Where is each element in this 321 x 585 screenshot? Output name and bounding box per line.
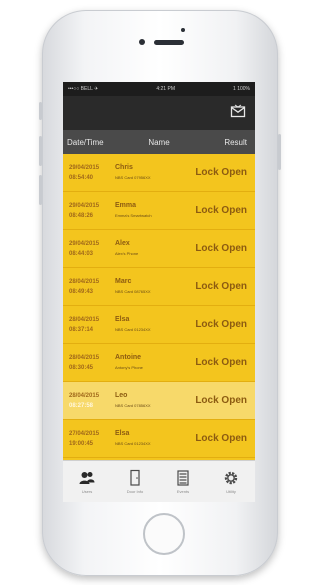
user-name: Elsa [115, 429, 130, 437]
app-header [63, 96, 255, 130]
proximity-sensor [181, 28, 185, 32]
date-text: 29/04/2015 [69, 240, 100, 247]
credential-text: NBS Card 01234XX [115, 440, 151, 446]
user-name: Antoine [115, 353, 142, 361]
date-cell: 28/04/2015 08:37:14 [63, 315, 115, 335]
table-row[interactable]: 29/04/2015 08:48:26 Emma Emma's Smartwat… [63, 192, 255, 230]
credential-text: NBS Card 07856XX [115, 402, 151, 408]
table-header: Date/Time Name Result [63, 130, 255, 154]
date-text: 28/04/2015 [69, 278, 100, 285]
tab-door-info-label: Door Info [126, 489, 144, 494]
volume-down-button [39, 175, 42, 205]
credential-text: Emma's Smartwatch [115, 212, 152, 218]
name-cell: Emma Emma's Smartwatch [115, 201, 185, 221]
date-cell: 27/04/2015 19:00:45 [63, 429, 115, 449]
date-text: 28/04/2015 [69, 392, 100, 399]
home-button[interactable] [143, 513, 185, 555]
result-text: Lock Open [195, 205, 247, 216]
table-row[interactable]: 28/04/2015 08:30:45 Antoine Antony's Pho… [63, 344, 255, 382]
date-text: 29/04/2015 [69, 202, 100, 209]
time-text: 08:49:43 [69, 288, 94, 295]
table-row[interactable]: 29/04/2015 08:54:40 Chris NBS Card 07956… [63, 154, 255, 192]
table-row[interactable]: 29/04/2015 08:44:03 Alex Alex's Phone Lo… [63, 230, 255, 268]
tab-events[interactable]: Events [164, 469, 202, 494]
status-bar: •••○○ BELL ✈ 4:21 PM 1 100% [63, 82, 255, 96]
result-text: Lock Open [195, 167, 247, 178]
user-name: Elsa [115, 315, 130, 323]
event-log-list: 29/04/2015 08:54:40 Chris NBS Card 07956… [63, 154, 255, 480]
time-text: 08:30:45 [69, 364, 94, 371]
front-camera-icon [139, 39, 145, 45]
tab-events-label: Events [176, 489, 190, 494]
result-text: Lock Open [195, 281, 247, 292]
name-cell: Alex Alex's Phone [115, 239, 185, 259]
time-text: 08:27:58 [69, 402, 94, 409]
time-text: 08:37:14 [69, 326, 94, 333]
result-text: Lock Open [195, 395, 247, 406]
result-text: Lock Open [195, 319, 247, 330]
date-text: 28/04/2015 [69, 316, 100, 323]
date-cell: 28/04/2015 08:30:45 [63, 353, 115, 373]
name-cell: Antoine Antony's Phone [115, 353, 185, 373]
time-text: 08:44:03 [69, 250, 94, 257]
time-text: 19:00:45 [69, 440, 94, 447]
tab-users-label: Users [81, 489, 93, 494]
name-cell: Elsa NBS Card 01234XX [115, 315, 185, 335]
table-row[interactable]: 28/04/2015 08:49:43 Marc NBS Card 08765X… [63, 268, 255, 306]
power-button [278, 134, 281, 170]
table-row[interactable]: 27/04/2015 19:00:45 Elsa NBS Card 01234X… [63, 420, 255, 458]
battery-label: 1 100% [233, 86, 250, 92]
time-text: 08:48:26 [69, 212, 94, 219]
date-text: 29/04/2015 [69, 164, 100, 171]
carrier-label: •••○○ BELL ✈ [68, 86, 99, 92]
tab-utility-label: Utility [226, 489, 236, 494]
date-text: 28/04/2015 [69, 354, 100, 361]
name-header[interactable]: Name [115, 138, 195, 147]
date-text: 27/04/2015 [69, 430, 100, 437]
app-screen: •••○○ BELL ✈ 4:21 PM 1 100% Date/Time Na… [63, 82, 255, 502]
result-text: Lock Open [195, 243, 247, 254]
result-text: Lock Open [195, 357, 247, 368]
stage: •••○○ BELL ✈ 4:21 PM 1 100% Date/Time Na… [0, 0, 321, 585]
events-icon [177, 470, 189, 486]
table-row[interactable]: 28/04/2015 08:27:58 Leo NBS Card 07856XX… [63, 382, 255, 420]
earpiece-speaker [154, 40, 184, 45]
user-name: Alex [115, 239, 130, 247]
name-cell: Chris NBS Card 07956XX [115, 163, 185, 183]
date-time-header[interactable]: Date/Time [63, 138, 115, 147]
time-text: 08:54:40 [69, 174, 94, 181]
credential-text: Alex's Phone [115, 250, 139, 256]
mail-icon[interactable] [230, 104, 246, 118]
credential-text: NBS Card 08765XX [115, 288, 151, 294]
tab-users[interactable]: Users [68, 469, 106, 494]
user-name: Chris [115, 163, 133, 171]
user-name: Marc [115, 277, 132, 285]
credential-text: NBS Card 01234XX [115, 326, 151, 332]
user-name: Leo [115, 391, 128, 399]
clock-label: 4:21 PM [156, 86, 175, 92]
door-icon [130, 469, 140, 486]
date-cell: 29/04/2015 08:54:40 [63, 163, 115, 183]
name-cell: Leo NBS Card 07856XX [115, 391, 185, 411]
date-cell: 29/04/2015 08:48:26 [63, 201, 115, 221]
date-cell: 28/04/2015 08:49:43 [63, 277, 115, 297]
gear-icon [224, 471, 238, 485]
credential-text: NBS Card 07956XX [115, 174, 151, 180]
user-name: Emma [115, 201, 137, 209]
volume-up-button [39, 136, 42, 166]
tab-utility[interactable]: Utility [212, 469, 250, 494]
name-cell: Marc NBS Card 08765XX [115, 277, 185, 297]
result-text: Lock Open [195, 433, 247, 444]
date-cell: 28/04/2015 08:27:58 [63, 391, 115, 411]
tab-bar: Users Door Info Events Utility [63, 460, 255, 502]
result-header[interactable]: Result [195, 138, 255, 147]
date-cell: 29/04/2015 08:44:03 [63, 239, 115, 259]
name-cell: Elsa NBS Card 01234XX [115, 429, 185, 449]
mute-switch [39, 102, 42, 120]
users-icon [79, 472, 95, 484]
tab-door-info[interactable]: Door Info [116, 469, 154, 494]
table-row[interactable]: 28/04/2015 08:37:14 Elsa NBS Card 01234X… [63, 306, 255, 344]
credential-text: Antony's Phone [115, 364, 143, 370]
